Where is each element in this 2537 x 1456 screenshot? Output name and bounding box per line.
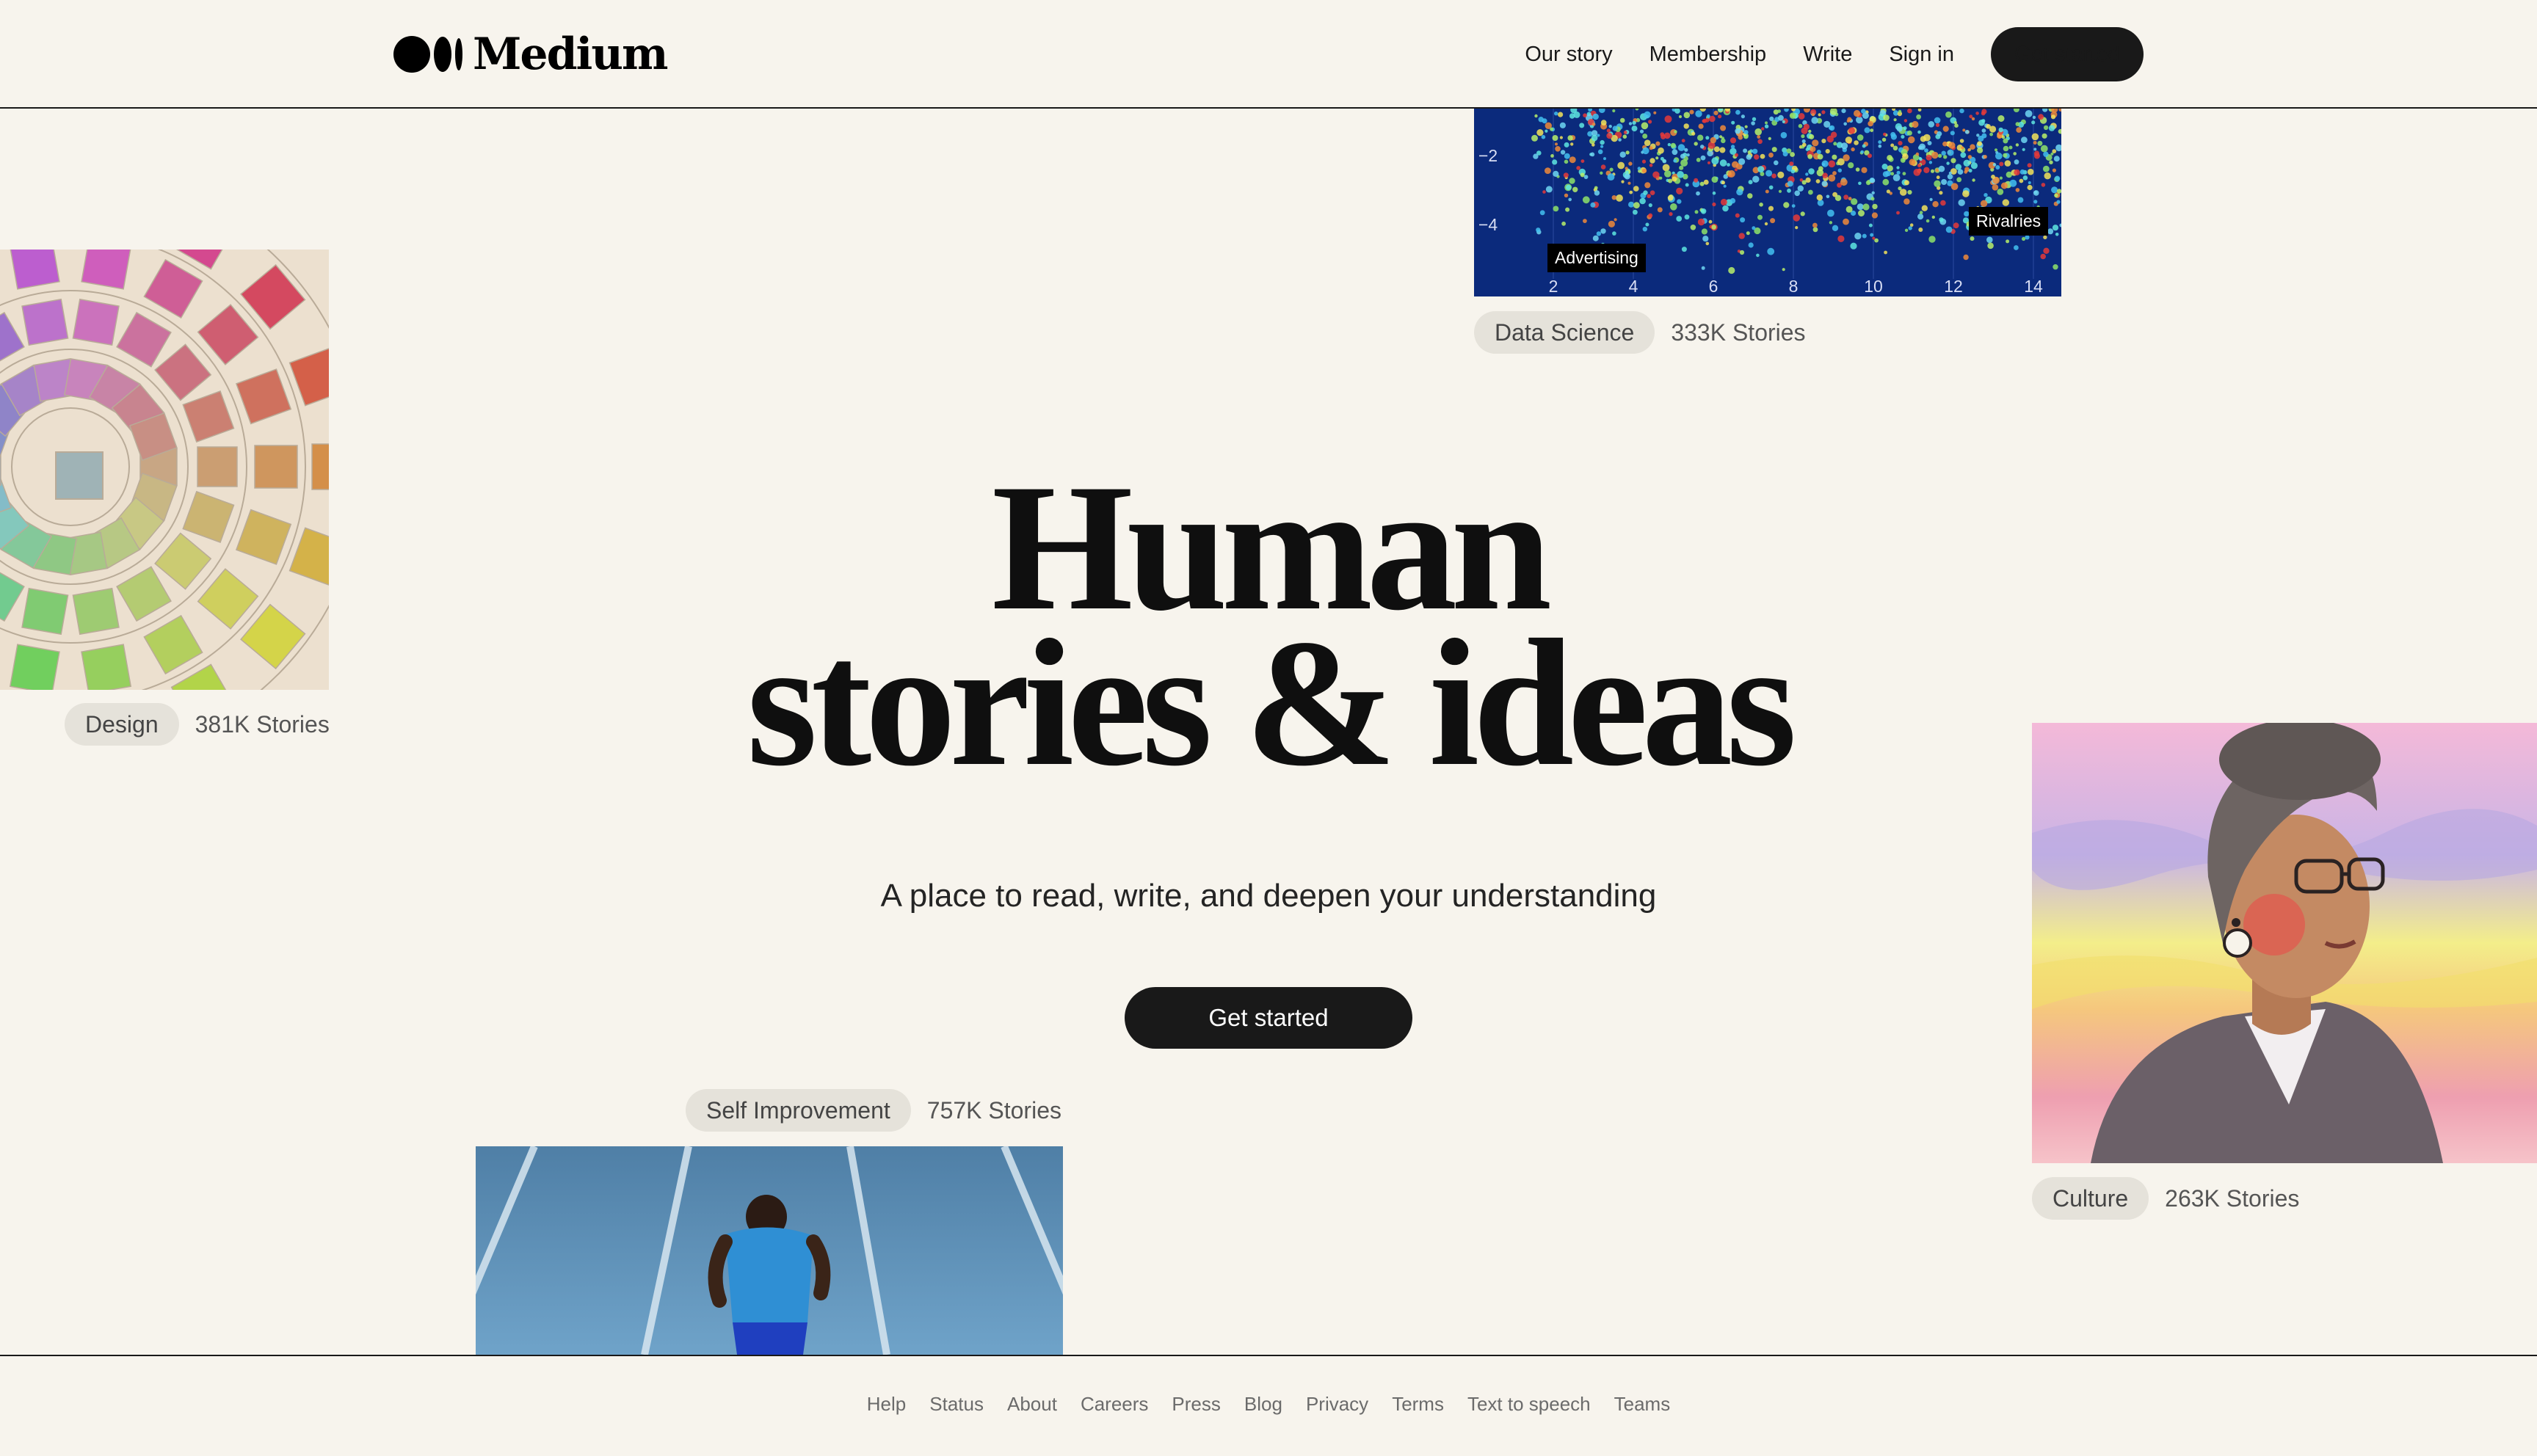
footer-links: Help Status About Careers Press Blog Pri… bbox=[0, 1393, 2537, 1416]
top-nav: Our story Membership Write Sign in Get s… bbox=[1525, 25, 2144, 84]
x-tick-label: 6 bbox=[1709, 277, 1718, 296]
rivalries-label: Rivalries bbox=[1969, 207, 2049, 236]
x-tick-label: 2 bbox=[1549, 277, 1558, 296]
footer-link-teams[interactable]: Teams bbox=[1614, 1393, 1671, 1416]
header-get-started-button[interactable]: Get started bbox=[1991, 27, 2144, 81]
culture-count: 263K Stories bbox=[2165, 1184, 2300, 1212]
nav-our-story[interactable]: Our story bbox=[1525, 43, 1612, 67]
logo-wordmark: Medium bbox=[473, 29, 668, 80]
advertising-label: Advertising bbox=[1547, 244, 1646, 272]
medium-logo-icon bbox=[393, 36, 462, 73]
footer-link-text-to-speech[interactable]: Text to speech bbox=[1467, 1393, 1591, 1416]
culture-tag[interactable]: Culture bbox=[2032, 1177, 2149, 1220]
nav-sign-in[interactable]: Sign in bbox=[1889, 43, 1954, 67]
self-improvement-count: 757K Stories bbox=[926, 1096, 1061, 1124]
self-improvement-topic: Self Improvement 757K Stories bbox=[686, 1089, 1061, 1132]
x-tick-label: 12 bbox=[1944, 277, 1963, 296]
y-tick-label: −2 bbox=[1478, 146, 1498, 165]
y-tick-label: −4 bbox=[1478, 215, 1498, 234]
landing-page: Medium Our story Membership Write Sign i… bbox=[0, 0, 2537, 1456]
hero-get-started-button[interactable]: Get started bbox=[1125, 987, 1412, 1049]
top-header: Medium Our story Membership Write Sign i… bbox=[0, 0, 2537, 109]
data-science-image[interactable]: 2 4 6 8 10 12 14 −2 −4 Advertising Rivalries bbox=[1474, 109, 2061, 296]
footer-link-blog[interactable]: Blog bbox=[1244, 1393, 1282, 1416]
sprinter-photo bbox=[476, 1146, 1063, 1355]
nav-write[interactable]: Write bbox=[1803, 43, 1852, 67]
footer-link-status[interactable]: Status bbox=[929, 1393, 984, 1416]
culture-topic: Culture 263K Stories bbox=[2032, 1177, 2299, 1220]
culture-image[interactable] bbox=[2032, 723, 2537, 1163]
footer-link-press[interactable]: Press bbox=[1172, 1393, 1220, 1416]
nav-membership[interactable]: Membership bbox=[1649, 43, 1767, 67]
x-tick-label: 10 bbox=[1864, 277, 1883, 296]
portrait-illustration bbox=[2032, 723, 2537, 1163]
self-improvement-tag[interactable]: Self Improvement bbox=[686, 1089, 911, 1132]
x-tick-label: 14 bbox=[2024, 277, 2043, 296]
footer-link-privacy[interactable]: Privacy bbox=[1306, 1393, 1368, 1416]
footer-link-terms[interactable]: Terms bbox=[1392, 1393, 1444, 1416]
data-science-tag[interactable]: Data Science bbox=[1474, 311, 1655, 354]
x-tick-label: 4 bbox=[1629, 277, 1638, 296]
footer-link-careers[interactable]: Careers bbox=[1081, 1393, 1148, 1416]
footer-link-about[interactable]: About bbox=[1007, 1393, 1057, 1416]
footer-link-help[interactable]: Help bbox=[867, 1393, 906, 1416]
data-science-topic: Data Science 333K Stories bbox=[1474, 311, 1806, 354]
x-tick-label: 8 bbox=[1789, 277, 1799, 296]
footer: Help Status About Careers Press Blog Pri… bbox=[0, 1355, 2537, 1456]
medium-logo[interactable]: Medium bbox=[393, 29, 668, 80]
data-science-count: 333K Stories bbox=[1671, 318, 1806, 346]
self-improvement-image[interactable] bbox=[476, 1146, 1063, 1355]
